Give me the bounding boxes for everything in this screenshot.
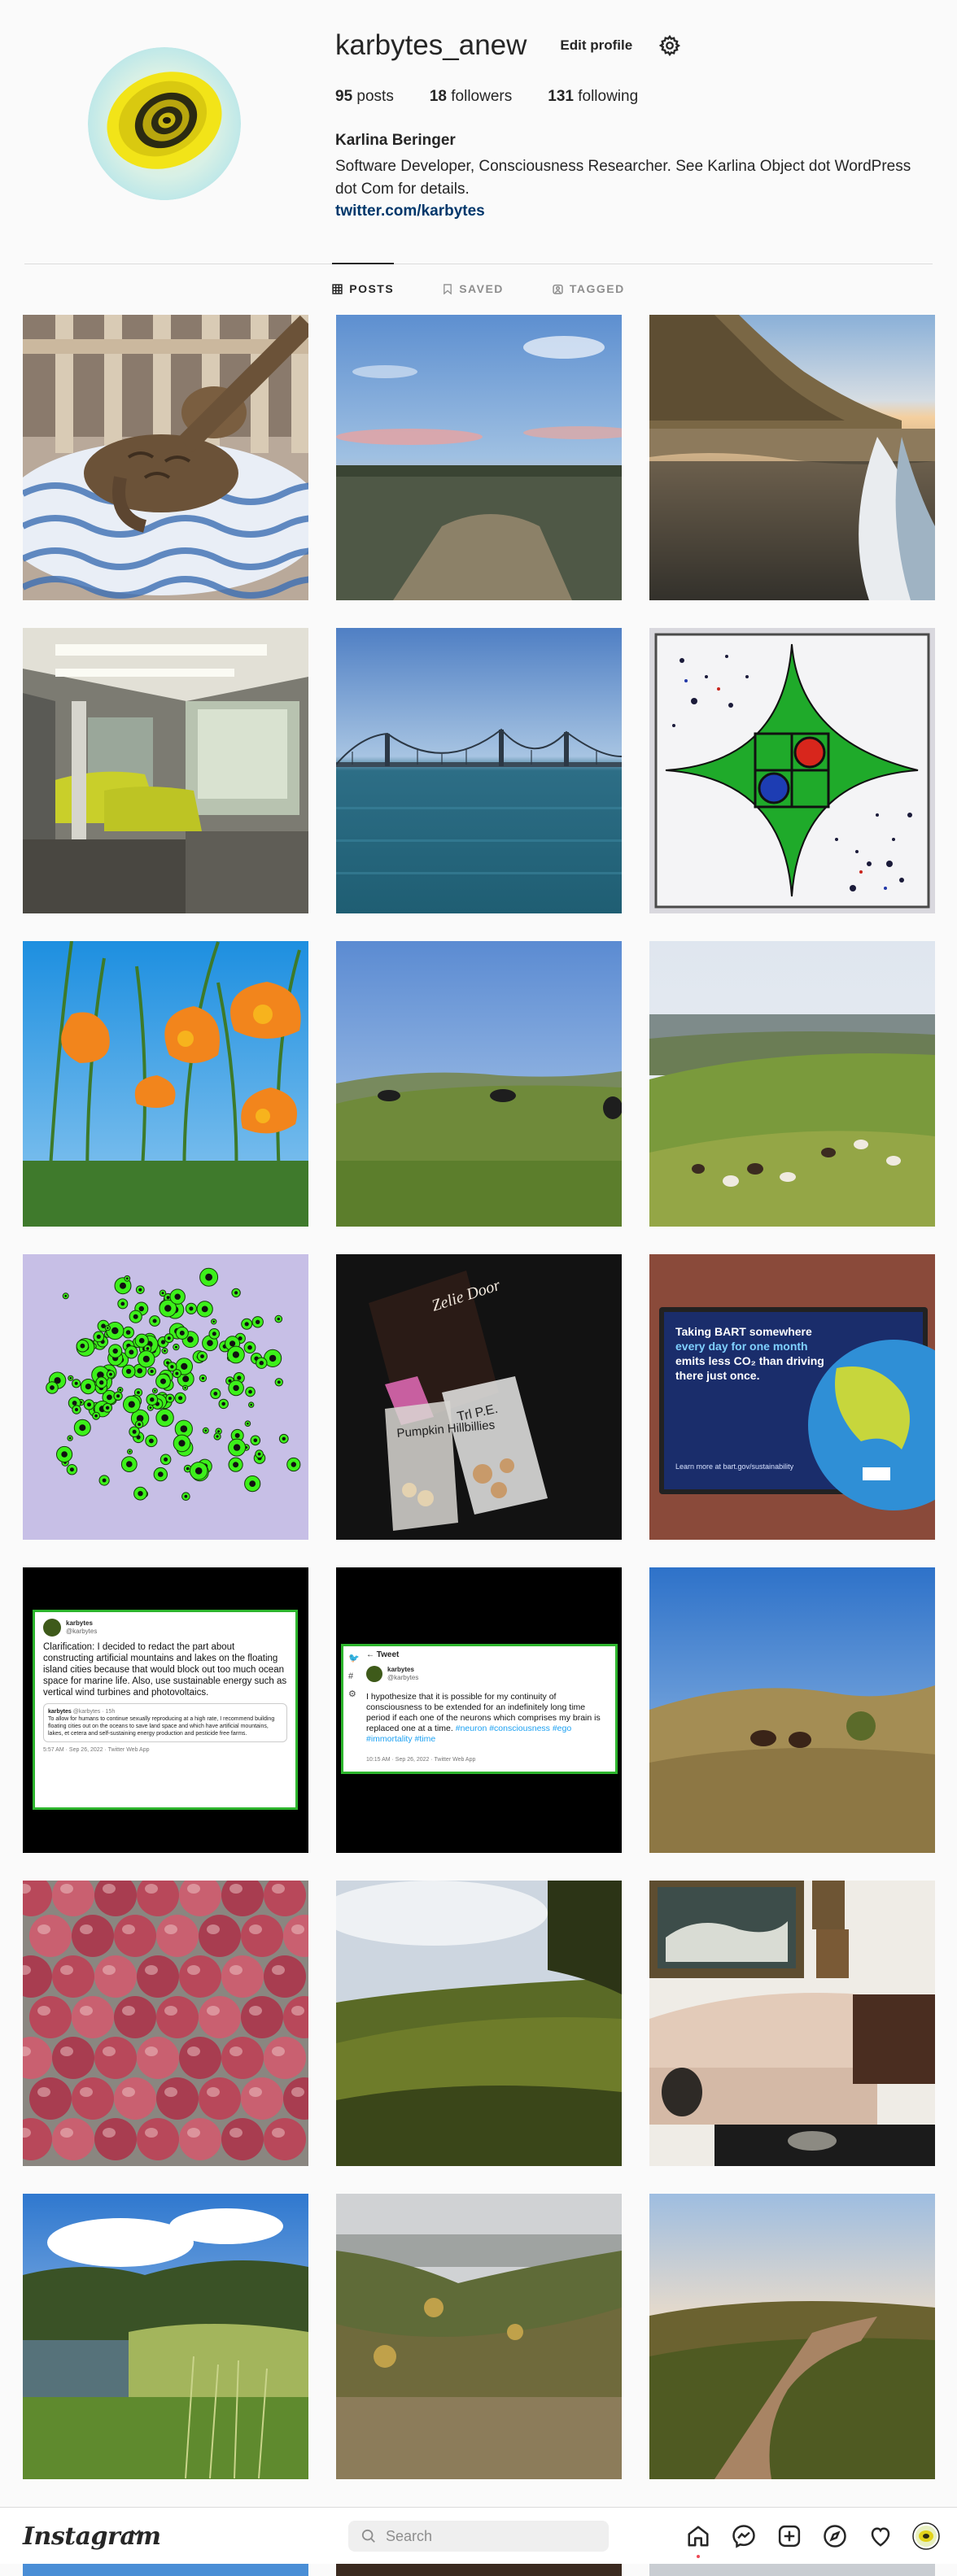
search-box[interactable] bbox=[348, 2521, 609, 2552]
search-icon bbox=[361, 2529, 375, 2543]
post-tile[interactable] bbox=[336, 2194, 622, 2479]
post-tile[interactable] bbox=[649, 2194, 935, 2479]
svg-text:Taking BART somewhere: Taking BART somewhere bbox=[675, 1325, 812, 1338]
tweet-avatar bbox=[366, 1666, 382, 1682]
post-tile[interactable] bbox=[649, 1881, 935, 2166]
tweet-avatar bbox=[43, 1619, 61, 1637]
followers-stat[interactable]: 18 followers bbox=[430, 88, 512, 106]
search-input[interactable] bbox=[386, 2527, 589, 2545]
next-row-peek bbox=[336, 2564, 622, 2576]
post-tile[interactable] bbox=[23, 1254, 308, 1540]
svg-text:Learn more at bart.gov/sustain: Learn more at bart.gov/sustainability bbox=[675, 1462, 794, 1471]
tag-icon bbox=[553, 284, 563, 294]
tweet-text: Clarification: I decided to redact the p… bbox=[43, 1642, 287, 1698]
post-tile[interactable] bbox=[336, 628, 622, 913]
activity-icon[interactable] bbox=[866, 2522, 895, 2551]
posts-stat: 95 posts bbox=[335, 88, 394, 105]
post-tile[interactable]: Zelie Door Pumpkin Hillbillies Trl P.E. bbox=[336, 1254, 622, 1540]
edit-profile-button[interactable]: Edit profile bbox=[548, 31, 645, 60]
tab-saved[interactable]: SAVED bbox=[443, 263, 504, 313]
post-tile[interactable]: Taking BART somewhere every day for one … bbox=[649, 1254, 935, 1540]
profile-stats: 95 posts 18 followers 131 following bbox=[335, 88, 937, 106]
username: karbytes_anew bbox=[335, 29, 527, 61]
tab-posts[interactable]: POSTS bbox=[332, 263, 395, 313]
post-tile[interactable] bbox=[336, 315, 622, 600]
bio-link[interactable]: twitter.com/karbytes bbox=[335, 203, 937, 220]
svg-text:there just once.: there just once. bbox=[675, 1369, 759, 1382]
profile-tabs: POSTS SAVED TAGGED bbox=[0, 263, 957, 314]
profile-avatar[interactable] bbox=[88, 47, 241, 200]
tab-label: SAVED bbox=[459, 282, 504, 295]
explore-icon[interactable] bbox=[820, 2522, 850, 2551]
next-row-peek bbox=[649, 2564, 935, 2576]
post-tile[interactable] bbox=[336, 1881, 622, 2166]
post-tile[interactable] bbox=[23, 941, 308, 1227]
following-stat[interactable]: 131 following bbox=[548, 88, 638, 106]
new-post-icon[interactable] bbox=[775, 2522, 804, 2551]
tab-tagged[interactable]: TAGGED bbox=[553, 263, 625, 313]
home-icon[interactable] bbox=[684, 2522, 713, 2558]
bookmark-icon bbox=[444, 283, 452, 294]
post-tile[interactable] bbox=[23, 628, 308, 913]
post-tile[interactable] bbox=[23, 2194, 308, 2479]
tab-label: TAGGED bbox=[569, 282, 625, 295]
post-tile[interactable] bbox=[23, 1881, 308, 2166]
post-tile[interactable] bbox=[649, 1567, 935, 1853]
svg-text:emits less CO₂ than driving: emits less CO₂ than driving bbox=[675, 1354, 824, 1367]
post-tile[interactable] bbox=[23, 315, 308, 600]
profile-avatar[interactable] bbox=[911, 2522, 941, 2551]
post-tile[interactable] bbox=[649, 941, 935, 1227]
quoted-tweet: karbytes @karbytes · 15h To allow for hu… bbox=[43, 1703, 287, 1742]
bottom-nav-bar: Instagram bbox=[0, 2507, 957, 2564]
next-row-peek bbox=[23, 2564, 308, 2576]
chevron-down-icon[interactable] bbox=[130, 2529, 142, 2537]
tab-label: POSTS bbox=[349, 282, 395, 295]
posts-grid: Zelie Door Pumpkin Hillbillies Trl P.E. … bbox=[23, 315, 935, 2479]
post-tile[interactable] bbox=[649, 628, 935, 913]
bio-text: Software Developer, Consciousness Resear… bbox=[335, 158, 911, 198]
grid-icon bbox=[332, 283, 343, 294]
post-tile[interactable] bbox=[336, 941, 622, 1227]
gear-icon[interactable] bbox=[656, 32, 684, 59]
notification-dot bbox=[697, 2555, 700, 2558]
post-tile[interactable] bbox=[649, 315, 935, 600]
full-name: Karlina Beringer bbox=[335, 132, 456, 149]
svg-text:every day for one month: every day for one month bbox=[675, 1340, 808, 1353]
post-tile[interactable]: karbytes @karbytes Clarification: I decid… bbox=[23, 1567, 308, 1853]
profile-info: karbytes_anew Edit profile 95 posts 18 f… bbox=[335, 28, 937, 220]
messenger-icon[interactable] bbox=[729, 2522, 758, 2551]
post-tile[interactable]: 🐦 # ⚙ ← Tweet karbytes @karbytes I hypothes… bbox=[336, 1567, 622, 1853]
